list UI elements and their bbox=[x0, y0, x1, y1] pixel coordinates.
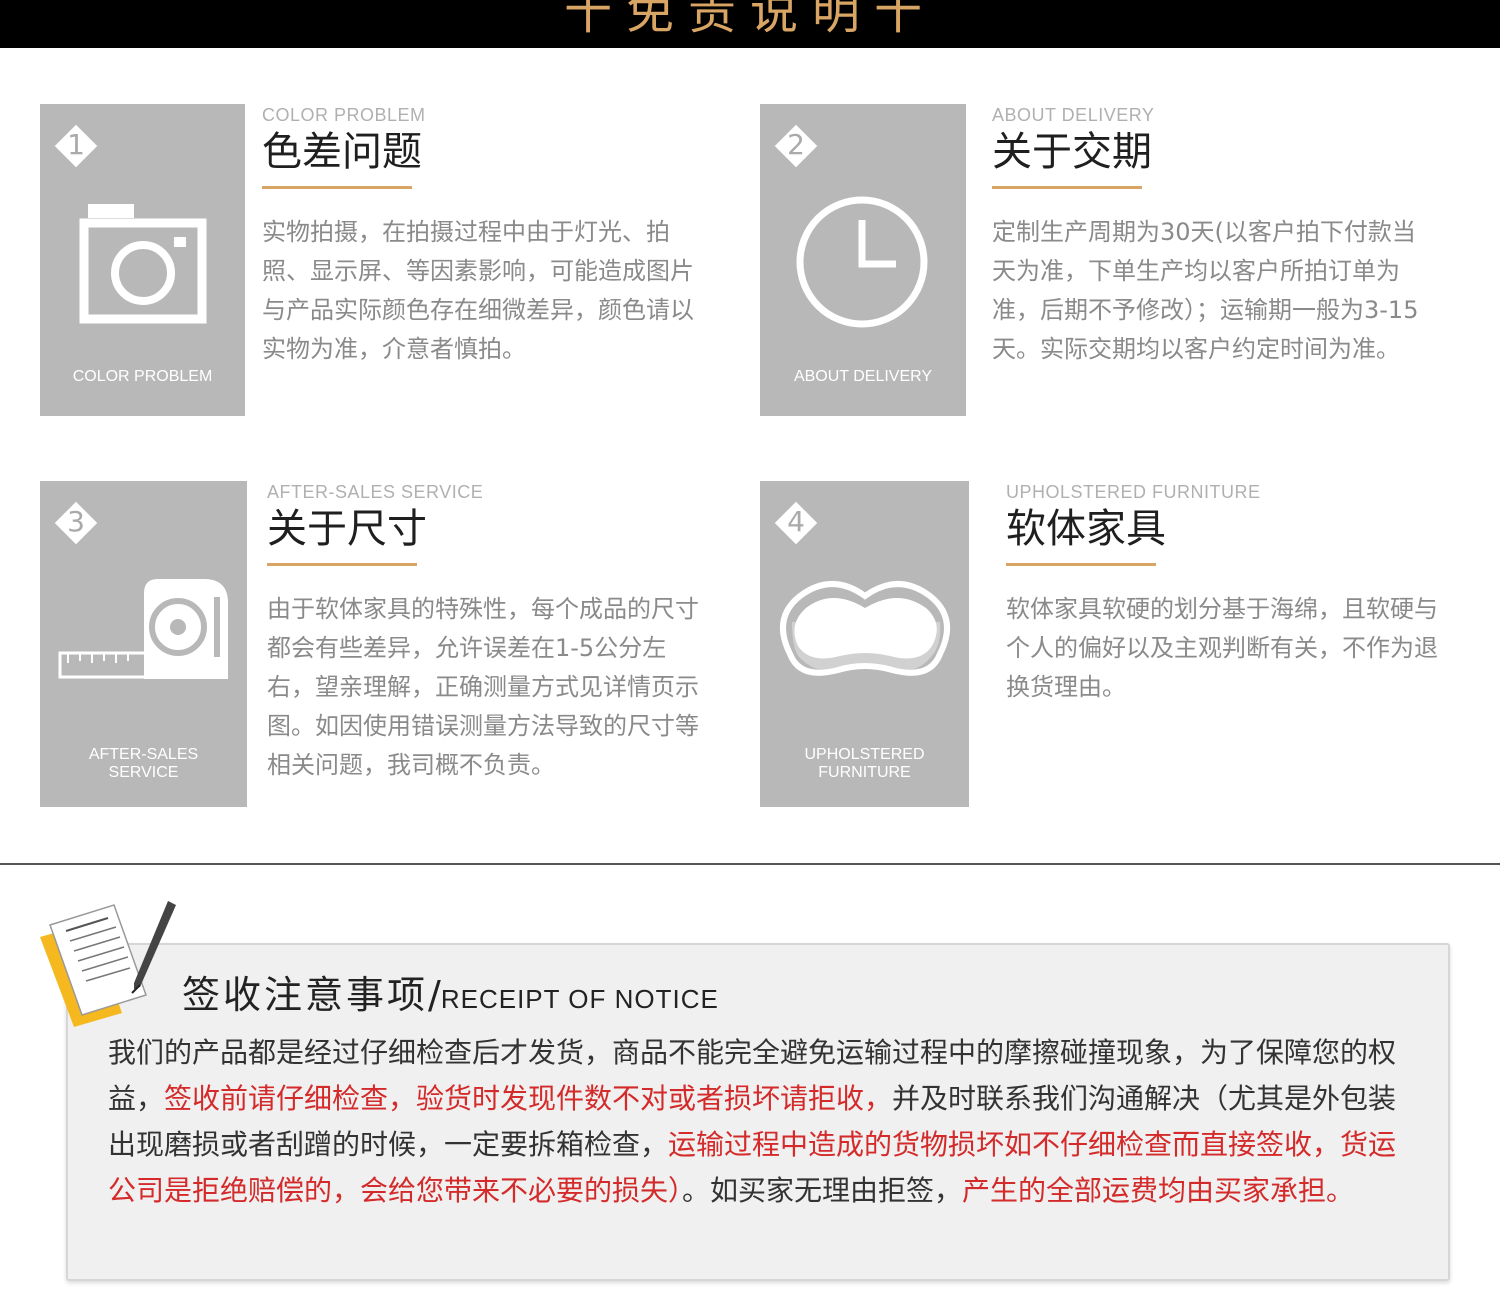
number-badge: 2 bbox=[774, 124, 818, 168]
notice-segment-highlight: 签收前请仔细检查，验货时发现件数不对或者损坏请拒收， bbox=[164, 1082, 893, 1115]
camera-icon bbox=[79, 204, 207, 324]
notice-title-cn: 签收注意事项 bbox=[182, 973, 429, 1017]
tile-label: COLOR PROBLEM bbox=[72, 368, 213, 385]
item-en-title: ABOUT DELIVERY bbox=[992, 105, 1155, 125]
number-badge: 4 bbox=[774, 501, 818, 545]
sponge-icon bbox=[780, 581, 950, 676]
tile-after-sales: 3 AFTER-SALES SERVICE bbox=[40, 481, 247, 807]
tile-label: ABOUT DELIVERY bbox=[793, 368, 933, 385]
item-cn-title: 软体家具 bbox=[1006, 506, 1166, 552]
number-badge: 3 bbox=[54, 501, 98, 545]
gold-rule bbox=[1006, 563, 1156, 566]
tile-color-problem: 1 COLOR PROBLEM bbox=[40, 104, 245, 416]
item-en-title: AFTER-SALES SERVICE bbox=[267, 482, 484, 502]
item-cn-title: 色差问题 bbox=[262, 129, 422, 175]
number-badge: 1 bbox=[54, 124, 98, 168]
item-cn-title: 关于交期 bbox=[992, 129, 1152, 175]
item-cn-title: 关于尺寸 bbox=[267, 506, 427, 552]
tile-label: AFTER-SALES SERVICE bbox=[88, 746, 199, 781]
clock-icon bbox=[796, 196, 928, 328]
document-pen-icon bbox=[40, 901, 176, 1027]
item-description: 由于软体家具的特殊性，每个成品的尺寸都会有些差异，允许误差在1-5公分左右，望亲… bbox=[267, 595, 699, 779]
section-divider bbox=[0, 863, 1500, 865]
notice-body: 我们的产品都是经过仔细检查后才发货，商品不能完全避免运输过程中的摩擦碰撞现象，为… bbox=[108, 1030, 1418, 1214]
notice-segment: 。如买家无理由拒签， bbox=[682, 1174, 963, 1207]
gold-rule bbox=[267, 563, 417, 566]
tape-measure-icon bbox=[58, 579, 228, 679]
item-description: 软体家具软硬的划分基于海绵，且软硬与个人的偏好以及主观判断有关，不作为退换货理由… bbox=[1006, 595, 1438, 701]
item-upholstered: UPHOLSTERED FURNITURE 软体家具 软体家具软硬的划分基于海绵… bbox=[1006, 482, 1446, 707]
header-bar: 十免责说明十 bbox=[0, 0, 1500, 48]
item-en-title: COLOR PROBLEM bbox=[262, 105, 426, 125]
notice-title-separator: / bbox=[428, 973, 441, 1017]
page-title: 十免责说明十 bbox=[563, 0, 936, 40]
item-description: 实物拍摄，在拍摄过程中由于灯光、拍照、显示屏、等因素影响，可能造成图片与产品实际… bbox=[262, 218, 694, 363]
notice-title-en: RECEIPT OF NOTICE bbox=[440, 984, 719, 1014]
item-en-title: UPHOLSTERED FURNITURE bbox=[1006, 482, 1261, 502]
gold-rule bbox=[262, 186, 412, 189]
notice-title: 签收注意事项/RECEIPT OF NOTICE bbox=[182, 964, 719, 1019]
tile-about-delivery: 2 ABOUT DELIVERY bbox=[760, 104, 966, 416]
item-about-delivery: ABOUT DELIVERY 关于交期 定制生产周期为30天(以客户拍下付款当天… bbox=[992, 105, 1437, 369]
item-description: 定制生产周期为30天(以客户拍下付款当天为准，下单生产均以客户所拍订单为准，后期… bbox=[992, 218, 1419, 363]
notice-segment-highlight: 产生的全部运费均由买家承担。 bbox=[962, 1174, 1355, 1207]
item-color-problem: COLOR PROBLEM 色差问题 实物拍摄，在拍摄过程中由于灯光、拍照、显示… bbox=[262, 105, 702, 369]
gold-rule bbox=[992, 186, 1142, 189]
tile-label: UPHOLSTERED FURNITURE bbox=[804, 746, 925, 781]
item-size: AFTER-SALES SERVICE 关于尺寸 由于软体家具的特殊性，每个成品… bbox=[267, 482, 707, 785]
tile-upholstered: 4 UPHOLSTERED FURNITURE bbox=[760, 481, 969, 807]
